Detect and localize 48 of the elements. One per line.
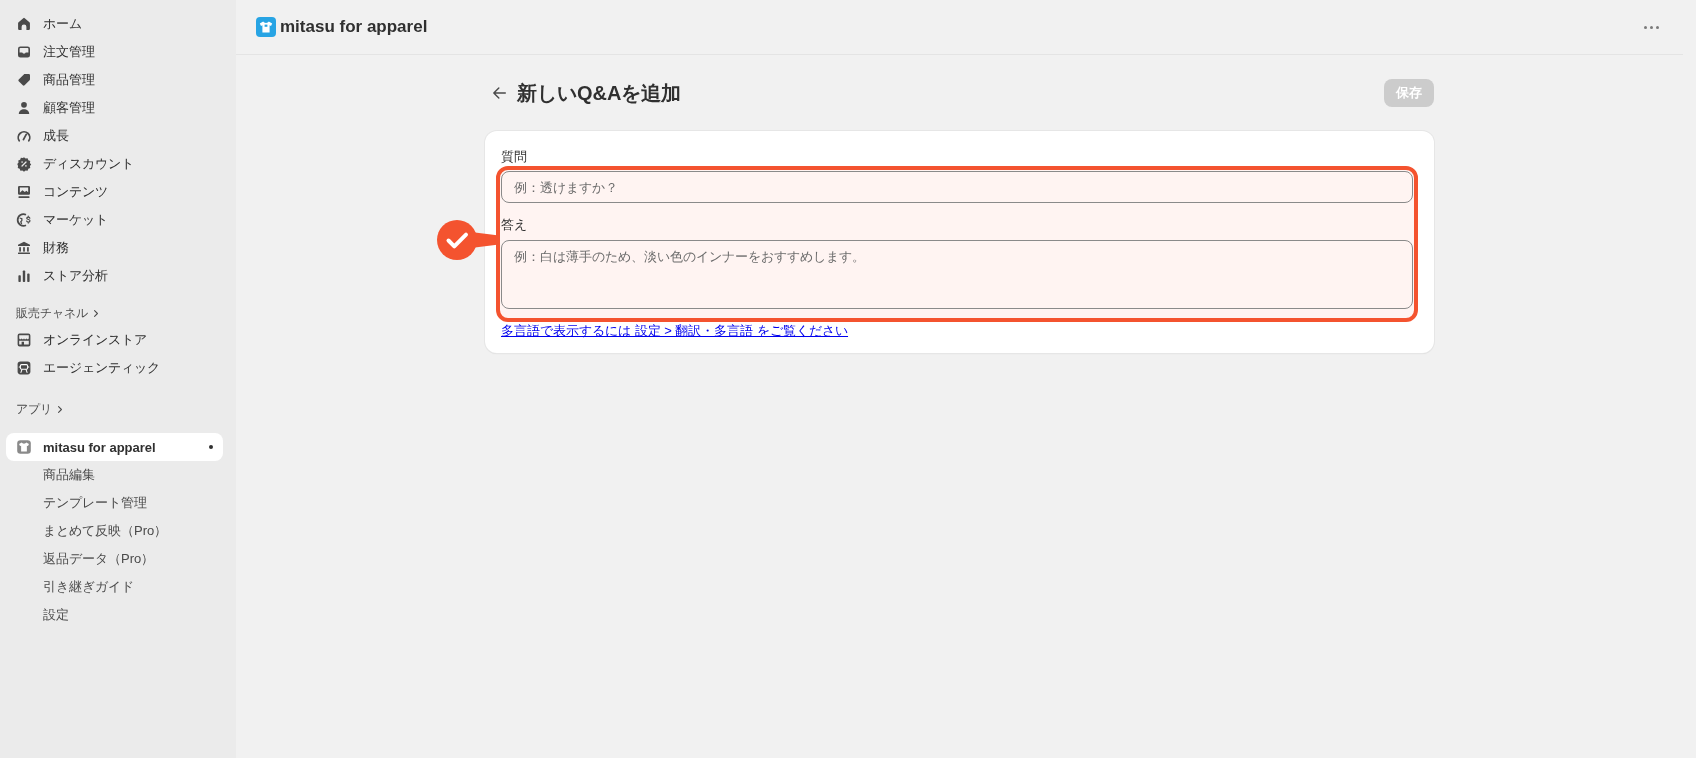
field-label: 質問 [501, 149, 527, 165]
nav-item[interactable]: マーケット [6, 206, 223, 234]
globe-dollar-icon [16, 212, 32, 228]
nav-item[interactable]: 注文管理 [6, 38, 223, 66]
nav-item[interactable]: ストア分析 [6, 262, 223, 290]
nav-item[interactable]: 財務 [6, 234, 223, 262]
section-link[interactable]: 販売チャネル [0, 300, 114, 326]
nav-item[interactable]: ホーム [6, 10, 223, 38]
tshirt-logo-icon [256, 17, 276, 37]
chevron-right-icon [94, 309, 98, 317]
bank-icon [16, 240, 32, 256]
input-field[interactable]: 例：透けますか？ [501, 171, 1413, 203]
inbox-icon [16, 44, 32, 60]
sub-nav-item[interactable]: テンプレート管理 [6, 489, 223, 517]
textarea-field[interactable]: 例：白は薄手のため、淡い色のインナーをおすすめします。 [501, 240, 1413, 309]
gauge-icon [16, 128, 32, 144]
nav-item[interactable]: 成長 [6, 122, 223, 150]
nav-item[interactable]: 顧客管理 [6, 94, 223, 122]
sub-nav-item[interactable]: 引き継ぎガイド [6, 573, 223, 601]
page-title: 新しいQ&Aを追加 [517, 80, 682, 106]
arrow-left-icon [493, 87, 506, 99]
section-link[interactable]: アプリ [0, 396, 78, 422]
sales-channel-item[interactable]: オンラインストア [6, 326, 223, 354]
back-button[interactable] [490, 84, 509, 102]
tshirt-app-icon [16, 439, 32, 455]
app-title: mitasu for apparel [280, 17, 428, 37]
nav-item[interactable]: 商品管理 [6, 66, 223, 94]
sub-nav-item[interactable]: 商品編集 [6, 461, 223, 489]
robot-icon [16, 360, 32, 376]
app-item[interactable]: mitasu for apparel [6, 433, 223, 461]
sub-nav-item[interactable]: まとめて反映（Pro） [6, 517, 223, 545]
sub-nav-item[interactable]: 返品データ（Pro） [6, 545, 223, 573]
help-link[interactable]: 多言語で表示するには 設定 > 翻訳・多言語 をご覧ください [501, 323, 849, 339]
field-label: 答え [501, 217, 527, 233]
monitor-image-icon [16, 184, 32, 200]
storefront-icon [16, 332, 32, 348]
ellipsis-icon [1644, 25, 1659, 29]
sub-nav-item[interactable]: 設定 [6, 601, 223, 629]
person-icon [16, 100, 32, 116]
percent-badge-icon [16, 156, 32, 172]
tag-icon [16, 72, 32, 88]
nav-item[interactable]: コンテンツ [6, 178, 223, 206]
home-icon [16, 16, 32, 32]
sales-channel-item[interactable]: エージェンティック [6, 354, 223, 382]
bar-chart-icon [16, 268, 32, 284]
chevron-right-icon [58, 405, 62, 413]
dot-icon [209, 445, 213, 449]
nav-item[interactable]: ディスカウント [6, 150, 223, 178]
